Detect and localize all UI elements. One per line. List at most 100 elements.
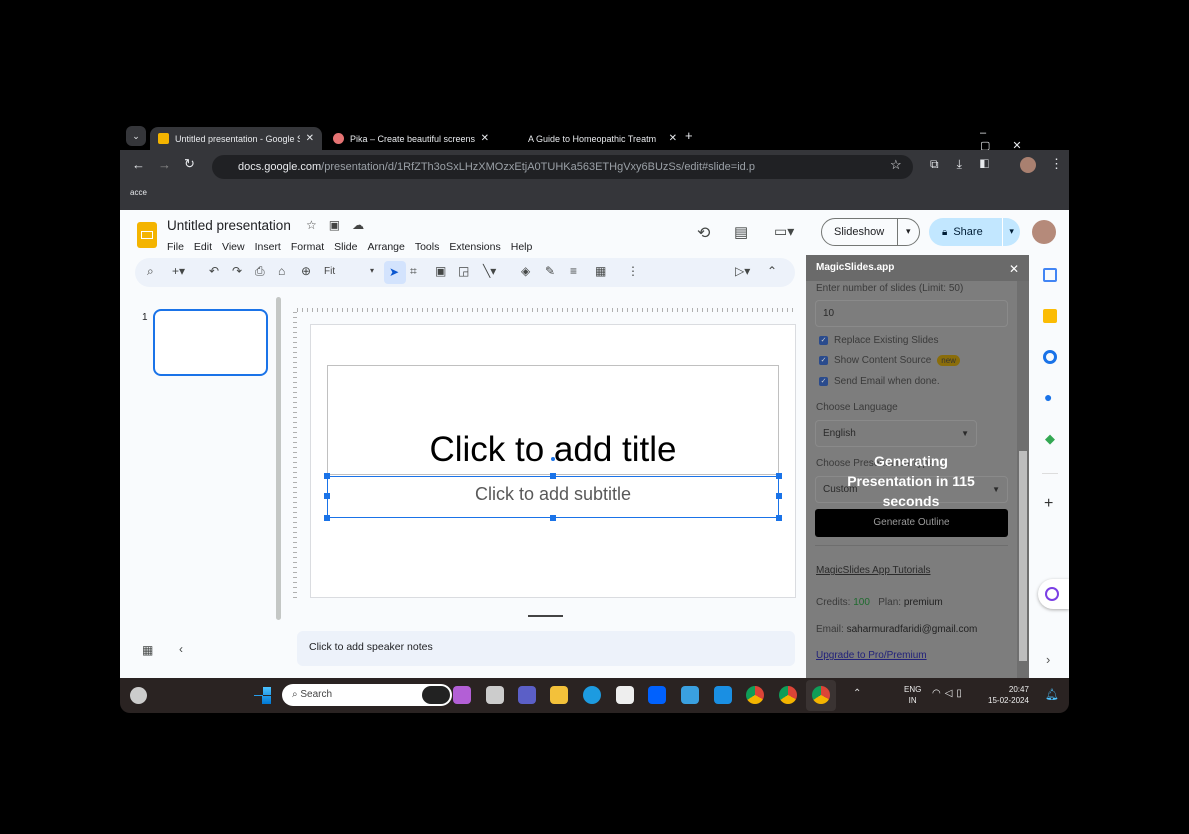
- taskbar-search[interactable]: ⌕ Search: [282, 684, 452, 706]
- comments-icon[interactable]: ▤: [734, 223, 748, 241]
- border-weight-icon[interactable]: ≡: [570, 264, 577, 278]
- title-actions-icons[interactable]: ☆▣☁: [306, 218, 376, 232]
- speaker-notes[interactable]: Click to add speaker notes: [297, 631, 795, 666]
- dropbox-icon[interactable]: [648, 686, 666, 704]
- assistant-button[interactable]: [1038, 579, 1069, 609]
- weather-icon[interactable]: [130, 687, 147, 704]
- upgrade-link[interactable]: Upgrade to Pro/Premium: [816, 650, 927, 661]
- maps-icon[interactable]: ◆: [1045, 431, 1055, 447]
- grid-view-icon[interactable]: ▦: [142, 643, 153, 657]
- search-menus-icon[interactable]: ⌕: [147, 264, 154, 279]
- edge-icon[interactable]: [583, 686, 601, 704]
- meet-icon[interactable]: ▭▾: [774, 223, 794, 240]
- menu-edit[interactable]: Edit: [194, 241, 212, 253]
- start-icon[interactable]: [254, 687, 271, 704]
- text-box-icon[interactable]: ⌗: [410, 264, 417, 279]
- language-select[interactable]: English ▼: [815, 420, 977, 447]
- paint-format-icon[interactable]: ⌂: [278, 264, 285, 278]
- notification-bell-icon[interactable]: 🔔︎: [1045, 688, 1059, 701]
- profile-avatar[interactable]: [1020, 157, 1036, 173]
- contacts-icon[interactable]: ●: [1044, 389, 1052, 405]
- undo-icon[interactable]: ↶: [209, 264, 219, 278]
- resize-handle[interactable]: [776, 515, 782, 521]
- system-tray-icons[interactable]: ◠◁▯: [932, 688, 966, 699]
- show-source-checkbox[interactable]: ✓ Show Content Source new: [819, 355, 960, 366]
- tab-homeopathic[interactable]: A Guide to Homeopathic Treatm ✕: [520, 127, 685, 150]
- resize-handle[interactable]: [776, 493, 782, 499]
- replace-slides-checkbox[interactable]: ✓ Replace Existing Slides: [819, 335, 939, 346]
- slide-thumbnail[interactable]: [153, 309, 268, 376]
- print-icon[interactable]: ⎙: [255, 264, 265, 279]
- resize-handle[interactable]: [324, 473, 330, 479]
- close-panel-icon[interactable]: ✕: [1009, 262, 1019, 276]
- show-hidden-icons[interactable]: ⌃: [853, 688, 861, 699]
- menu-arrange[interactable]: Arrange: [367, 241, 404, 253]
- forward-icon[interactable]: →: [158, 157, 171, 172]
- tasks-icon[interactable]: [1043, 350, 1057, 364]
- slideshow-dropdown-icon[interactable]: ▾: [897, 219, 919, 245]
- keep-icon[interactable]: [1043, 309, 1057, 323]
- back-icon[interactable]: ←: [132, 157, 145, 172]
- menu-format[interactable]: Format: [291, 241, 324, 253]
- notes-resize-handle[interactable]: [528, 615, 563, 617]
- language-indicator[interactable]: ENG IN: [904, 684, 921, 706]
- document-title[interactable]: Untitled presentation: [167, 218, 291, 233]
- filmstrip-scrollbar[interactable]: [276, 297, 281, 620]
- bookmark-star-icon[interactable]: ☆: [890, 157, 902, 173]
- menu-extensions[interactable]: Extensions: [449, 241, 500, 253]
- resize-handle[interactable]: [550, 473, 556, 479]
- new-slide-icon[interactable]: +▾: [172, 264, 185, 278]
- panel-scrollbar[interactable]: [1017, 281, 1029, 678]
- rotate-handle[interactable]: [551, 457, 555, 461]
- menu-view[interactable]: View: [222, 241, 245, 253]
- resize-handle[interactable]: [324, 515, 330, 521]
- subtitle-placeholder[interactable]: Click to add subtitle: [324, 457, 782, 521]
- share-button[interactable]: 🔒︎ Share ▾: [929, 218, 1020, 246]
- resize-handle[interactable]: [550, 515, 556, 521]
- resize-handle[interactable]: [324, 493, 330, 499]
- image-icon[interactable]: ▣: [435, 264, 446, 278]
- calendar-icon[interactable]: [1043, 268, 1057, 282]
- extension-icons[interactable]: ⧉⤓◧: [930, 157, 1007, 172]
- close-tab-icon[interactable]: ✕: [306, 133, 314, 144]
- menu-tools[interactable]: Tools: [415, 241, 440, 253]
- slide-canvas[interactable]: Click to add title Click to add subtitle: [310, 324, 796, 598]
- collapse-toolbar-icon[interactable]: ⌃: [767, 264, 777, 278]
- collapse-filmstrip-icon[interactable]: ‹: [179, 642, 183, 656]
- share-dropdown-icon[interactable]: ▾: [1002, 218, 1020, 246]
- menu-slide[interactable]: Slide: [334, 241, 357, 253]
- file-explorer-icon[interactable]: [550, 686, 568, 704]
- tab-search-button[interactable]: ⌄: [126, 126, 146, 146]
- teams-icon[interactable]: [518, 686, 536, 704]
- active-chrome-button[interactable]: [806, 680, 836, 711]
- slides-count-input[interactable]: 10: [815, 300, 1008, 327]
- border-color-icon[interactable]: ✎: [545, 264, 555, 278]
- copilot-app-icon[interactable]: [453, 686, 471, 704]
- slideshow-button[interactable]: Slideshow ▾: [821, 218, 920, 246]
- get-addons-icon[interactable]: +: [1044, 495, 1053, 513]
- mail-icon[interactable]: [714, 686, 732, 704]
- chrome-profile-icon[interactable]: [779, 686, 797, 704]
- app-icon[interactable]: [681, 686, 699, 704]
- zoom-icon[interactable]: ⊕: [301, 264, 311, 278]
- pen-tool-icon[interactable]: ▷▾: [735, 264, 750, 278]
- send-email-checkbox[interactable]: ✓ Send Email when done.: [819, 376, 940, 387]
- line-icon[interactable]: ╲▾: [483, 264, 496, 278]
- clock[interactable]: 20:47 15-02-2024: [988, 684, 1029, 706]
- chrome-icon[interactable]: [746, 686, 764, 704]
- fill-color-icon[interactable]: ◈: [521, 264, 530, 278]
- window-controls[interactable]: –▢✕: [980, 127, 1069, 152]
- redo-icon[interactable]: ↷: [232, 264, 242, 278]
- user-avatar[interactable]: [1032, 220, 1056, 244]
- reload-icon[interactable]: ↻: [184, 156, 195, 172]
- menu-help[interactable]: Help: [511, 241, 533, 253]
- select-tool[interactable]: ➤: [384, 261, 406, 284]
- more-icon[interactable]: ⋮: [627, 264, 639, 278]
- tutorials-link[interactable]: MagicSlides App Tutorials: [816, 565, 931, 576]
- border-dash-icon[interactable]: ▦: [595, 264, 606, 278]
- close-tab-icon[interactable]: ✕: [669, 133, 677, 144]
- task-view-icon[interactable]: [486, 686, 504, 704]
- close-tab-icon[interactable]: ✕: [481, 133, 489, 144]
- menu-file[interactable]: File: [167, 241, 184, 253]
- zoom-select[interactable]: Fit ▾: [324, 266, 374, 277]
